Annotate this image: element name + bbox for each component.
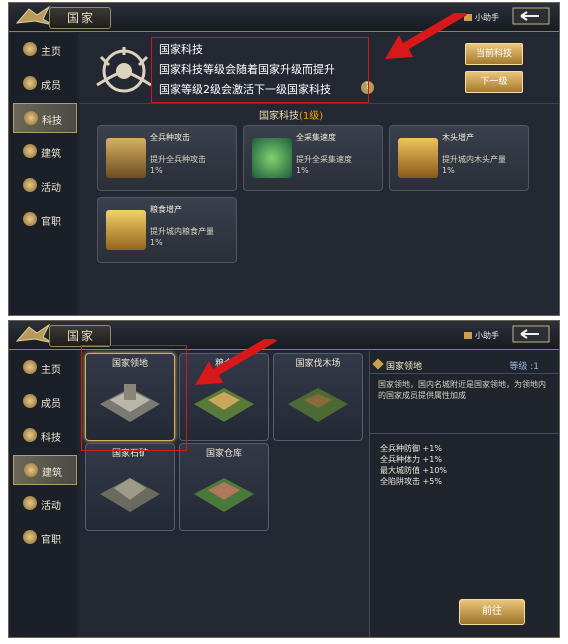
building-card-quarry[interactable]: 国家石矿 <box>85 443 175 531</box>
detail-name: 国家领地 <box>386 362 423 372</box>
detail-description: 国家领地，国内名城附近是国家领地，为领地内的国家成员提供属性加成 <box>378 380 546 400</box>
building-panel: 国家 小助手 主页 成员 科技 建筑 活动 官职 国家领地 粮仓 国家伐木场 国… <box>8 320 560 638</box>
sidebar-item-events[interactable]: 活动 <box>13 171 75 199</box>
tech-card-attack[interactable]: 全兵种攻击 提升全兵种攻击 1% <box>97 125 237 191</box>
back-arrow-icon[interactable] <box>509 6 553 26</box>
lumber-building-icon <box>288 388 348 422</box>
next-level-button[interactable]: 下一级 <box>465 71 523 93</box>
tech-card-grain[interactable]: 粮食增产 提升城内粮食产量 1% <box>97 197 237 263</box>
sidebar-item-officials[interactable]: 官职 <box>13 205 75 233</box>
home-icon <box>23 42 37 56</box>
sidebar-item-members[interactable]: 成员 <box>13 69 75 97</box>
detail-level: 等级 :1 <box>509 362 539 372</box>
building-card-warehouse[interactable]: 国家仓库 <box>179 443 269 531</box>
bonus-item: 全兵种防御 +1% <box>380 444 442 453</box>
officials-icon <box>23 530 37 544</box>
tech-panel: 国家 小助手 主页 成员 科技 建筑 活动 官职 国家科技 国家科技等级会随着国… <box>8 2 560 316</box>
highlight-box <box>151 37 369 103</box>
helper-icon <box>464 332 472 339</box>
helper-button[interactable]: 小助手 <box>464 12 499 23</box>
sidebar: 主页 成员 科技 建筑 活动 官职 <box>9 33 77 315</box>
sidebar-item-officials[interactable]: 官职 <box>13 523 75 551</box>
bonus-item: 全兵种体力 +1% <box>380 455 442 464</box>
top-bar: 国家 小助手 <box>9 3 559 32</box>
bonus-item: 最大城防值 +10% <box>380 466 448 475</box>
tech-card-gather[interactable]: 全采集速度 提升全采集速度 1% <box>243 125 383 191</box>
goto-button[interactable]: 前往 <box>459 599 525 625</box>
bonus-item: 全陷阱攻击 +5% <box>380 477 442 486</box>
divider <box>370 433 559 434</box>
tech-content: 国家科技 国家科技等级会随着国家升级而提升 国家等级2级会激活下一级国家科技 ?… <box>79 13 559 315</box>
building-content: 国家领地 粮仓 国家伐木场 国家石矿 国家仓库 国家领地 等级 :1 <box>79 339 559 637</box>
building-detail-panel: 国家领地 等级 :1 国家领地，国内名城附近是国家领地，为领地内的国家成员提供属… <box>369 351 559 637</box>
building-card-lumber[interactable]: 国家伐木场 <box>273 353 363 441</box>
sidebar: 主页 成员 科技 建筑 活动 官职 <box>9 351 77 637</box>
events-icon <box>23 178 37 192</box>
tech-emblem-icon <box>96 47 152 93</box>
events-icon <box>23 496 37 510</box>
grain-icon <box>106 210 146 250</box>
tech-icon <box>24 111 38 125</box>
diamond-icon <box>372 358 384 370</box>
members-icon <box>23 394 37 408</box>
back-arrow-icon[interactable] <box>509 324 553 344</box>
quarry-building-icon <box>100 478 160 512</box>
warehouse-building-icon <box>194 478 254 512</box>
red-arrow-icon <box>385 13 467 59</box>
current-tech-button[interactable]: 当前科技 <box>465 43 523 65</box>
building-icon <box>23 144 37 158</box>
page-title: 国家 <box>67 11 96 25</box>
wood-icon <box>398 138 438 178</box>
highlight-box <box>81 345 187 451</box>
sidebar-item-members[interactable]: 成员 <box>13 387 75 415</box>
tech-icon <box>23 428 37 442</box>
detail-bonus-list: 全兵种防御 +1% 全兵种体力 +1% 最大城防值 +10% 全陷阱攻击 +5% <box>380 443 447 487</box>
helper-button[interactable]: 小助手 <box>464 330 499 341</box>
section-title: 国家科技(1级) <box>259 111 324 122</box>
sidebar-item-tech[interactable]: 科技 <box>13 421 75 449</box>
tech-card-wood[interactable]: 木头增产 提升城内木头产量 1% <box>389 125 529 191</box>
officials-icon <box>23 212 37 226</box>
sidebar-item-tech[interactable]: 科技 <box>13 103 77 133</box>
building-icon <box>24 463 38 477</box>
sidebar-item-home[interactable]: 主页 <box>13 353 75 381</box>
divider <box>370 373 559 374</box>
attack-icon <box>106 138 146 178</box>
sidebar-item-buildings[interactable]: 建筑 <box>13 137 75 165</box>
members-icon <box>23 76 37 90</box>
sidebar-item-buildings[interactable]: 建筑 <box>13 455 77 485</box>
red-arrow-icon <box>195 339 277 385</box>
divider <box>79 103 559 104</box>
home-icon <box>23 360 37 374</box>
sidebar-item-home[interactable]: 主页 <box>13 35 75 63</box>
sidebar-item-events[interactable]: 活动 <box>13 489 75 517</box>
page-title: 国家 <box>67 329 96 343</box>
gather-icon <box>252 138 292 178</box>
